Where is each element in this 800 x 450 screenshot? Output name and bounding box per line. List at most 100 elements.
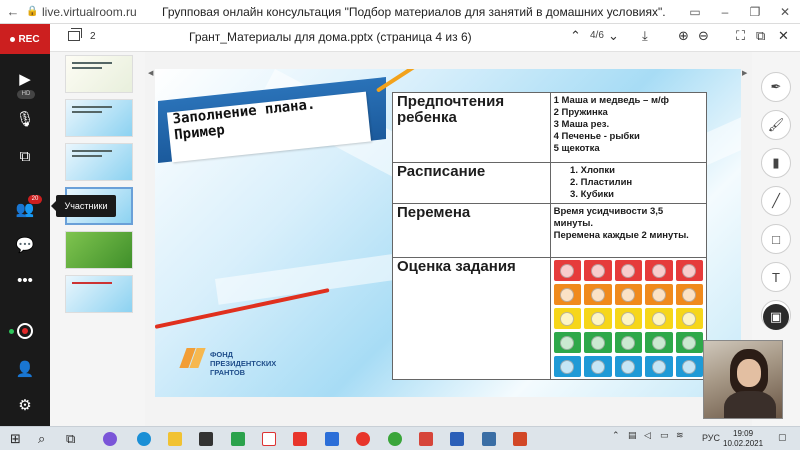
prev-page-icon[interactable]: ⌃ xyxy=(570,28,581,44)
marker-tool-icon[interactable]: ▮ xyxy=(761,148,791,178)
screen-share-icon[interactable]: ⧉ xyxy=(0,148,50,165)
chrome-app-icon[interactable] xyxy=(388,432,402,446)
notifications-icon[interactable]: ▢ xyxy=(778,432,787,443)
explorer-app-icon[interactable] xyxy=(168,432,182,446)
settings-gear-icon[interactable]: ⚙ xyxy=(0,396,50,414)
reward-sticker xyxy=(645,284,673,305)
row-label: Предпочтения ребенка xyxy=(392,92,551,163)
opera-app-icon[interactable] xyxy=(356,432,370,446)
row-label: Перемена xyxy=(392,203,551,258)
thumbnail-6[interactable] xyxy=(65,275,133,313)
photos-app-icon[interactable] xyxy=(482,432,496,446)
foundation-logo-text: ФОНД ПРЕЗИДЕНТСКИХ ГРАНТОВ xyxy=(210,350,277,377)
reward-sticker xyxy=(614,356,643,377)
page-indicator: 4/6 xyxy=(590,30,604,41)
zoom-out-icon[interactable]: ⊖ xyxy=(698,28,709,44)
reward-sticker xyxy=(584,356,612,377)
more-icon[interactable]: ••• xyxy=(0,272,50,289)
store-app-icon[interactable] xyxy=(199,432,213,446)
thumbnail-1[interactable] xyxy=(65,55,133,93)
word-app-icon[interactable] xyxy=(450,432,464,446)
row-value: 1 Маша и медведь – м/ф 2 Пружинка 3 Маша… xyxy=(549,92,708,163)
yandex-app-icon[interactable] xyxy=(262,432,276,446)
maximize-icon[interactable]: ❐ xyxy=(740,5,770,19)
participants-icon[interactable]: 👥 xyxy=(0,200,50,218)
camera-icon[interactable]: ▶ xyxy=(0,70,50,88)
line-tool-icon[interactable]: ╱ xyxy=(761,186,791,216)
webcam-preview[interactable] xyxy=(703,340,783,419)
reward-sticker xyxy=(675,332,703,353)
assistant-app-icon[interactable] xyxy=(103,432,117,446)
camera-quality-badge: HD xyxy=(17,90,35,99)
slide-left-arrow-icon[interactable]: ◀ xyxy=(148,69,153,77)
download-icon[interactable]: ⤓ xyxy=(642,28,648,44)
reward-sticker xyxy=(645,260,673,281)
close-document-icon[interactable]: ✕ xyxy=(778,28,789,44)
document-title: Грант_Материалы для дома.pptx (страница … xyxy=(189,30,472,44)
mail-app-icon[interactable] xyxy=(325,432,339,446)
sticker-grid-cell xyxy=(549,257,708,380)
rec-button[interactable]: REC xyxy=(0,24,50,54)
pages-icon[interactable] xyxy=(68,28,82,41)
network-icon[interactable]: ▤ xyxy=(628,430,637,441)
browser-bar: ← 🔒 live.virtualroom.ru Групповая онлайн… xyxy=(0,0,800,24)
fit-page-icon[interactable]: ⧉ xyxy=(756,28,765,44)
search-icon[interactable]: ⌕ xyxy=(38,431,45,447)
reward-sticker xyxy=(645,332,673,353)
zoom-in-icon[interactable]: ⊕ xyxy=(678,28,689,44)
microphone-icon[interactable]: 🎙 xyxy=(0,110,50,128)
system-clock[interactable]: 19:09 10.02.2021 xyxy=(723,429,763,449)
table-row: Предпочтения ребенка 1 Маша и медведь – … xyxy=(392,92,708,163)
slide-canvas: Заполнение плана. Пример ФОНД ПРЕЗИДЕНТС… xyxy=(155,69,741,397)
rectangle-tool-icon[interactable]: □ xyxy=(761,224,791,254)
tray-chevron-icon[interactable]: ⌃ xyxy=(612,430,620,441)
table-row: Перемена Время усидчивости 3,5 минуты. П… xyxy=(392,203,708,258)
foundation-logo-mark xyxy=(179,348,206,372)
app-icon[interactable] xyxy=(419,432,433,446)
reward-sticker xyxy=(675,260,703,281)
next-page-icon[interactable]: ⌄ xyxy=(608,28,619,44)
green-app-icon[interactable] xyxy=(231,432,245,446)
fullscreen-icon[interactable]: ⛶ xyxy=(736,28,745,44)
brush-tool-icon[interactable]: 🖌 xyxy=(761,110,791,140)
address-bar[interactable]: live.virtualroom.ru xyxy=(42,5,162,19)
windows-start-icon[interactable]: ⊞ xyxy=(10,431,21,447)
pen-tool-icon[interactable]: ✒ xyxy=(761,72,791,102)
row-label: Расписание xyxy=(392,162,551,204)
rec-dot-icon xyxy=(10,36,16,42)
reward-sticker xyxy=(553,332,582,353)
back-arrow-icon[interactable]: ← xyxy=(0,4,26,19)
chat-icon[interactable]: 💬 xyxy=(0,236,50,254)
tab-title: Групповая онлайн консультация "Подбор ма… xyxy=(162,4,666,19)
slide-thumbnails xyxy=(50,52,145,426)
close-icon[interactable]: ✕ xyxy=(770,5,800,19)
reward-sticker xyxy=(584,284,612,305)
yandex-browser-icon[interactable] xyxy=(293,432,307,446)
orange-pencil xyxy=(375,69,488,93)
invite-user-icon[interactable]: 👤 xyxy=(0,360,50,378)
rec-label: REC xyxy=(18,33,40,45)
minimize-icon[interactable]: – xyxy=(710,5,740,19)
participants-count-badge: 20 xyxy=(28,195,42,204)
volume-icon[interactable]: ◁ xyxy=(644,430,651,441)
reward-sticker xyxy=(553,356,582,377)
slide-right-arrow-icon[interactable]: ▶ xyxy=(742,69,747,77)
text-tool-icon[interactable]: T xyxy=(761,262,791,292)
edge-app-icon[interactable] xyxy=(137,432,151,446)
record-icon[interactable] xyxy=(17,323,33,339)
battery-icon[interactable]: ▭ xyxy=(660,430,669,441)
reward-sticker xyxy=(645,308,673,329)
whiteboard-toggle-icon[interactable]: ▣ xyxy=(763,304,789,330)
lock-icon[interactable]: 🔒 xyxy=(26,6,42,17)
language-indicator[interactable]: РУС xyxy=(702,433,720,443)
powerpoint-app-icon[interactable] xyxy=(513,432,527,446)
thumbnail-3[interactable] xyxy=(65,143,133,181)
row-value: Хлопки Пластилин Кубики xyxy=(549,162,708,204)
thumbnail-2[interactable] xyxy=(65,99,133,137)
task-view-icon[interactable]: ⧉ xyxy=(66,431,75,447)
extensions-icon[interactable]: ▭ xyxy=(680,5,710,19)
room-sidebar: REC ▶ HD 🎙 ⧉ 👥 20 💬 ••• 👤 ⚙ xyxy=(0,24,50,426)
row-value: Время усидчивости 3,5 минуты. Перемена к… xyxy=(549,203,708,258)
wifi-icon[interactable]: ≋ xyxy=(676,430,684,441)
thumbnail-5[interactable] xyxy=(65,231,133,269)
